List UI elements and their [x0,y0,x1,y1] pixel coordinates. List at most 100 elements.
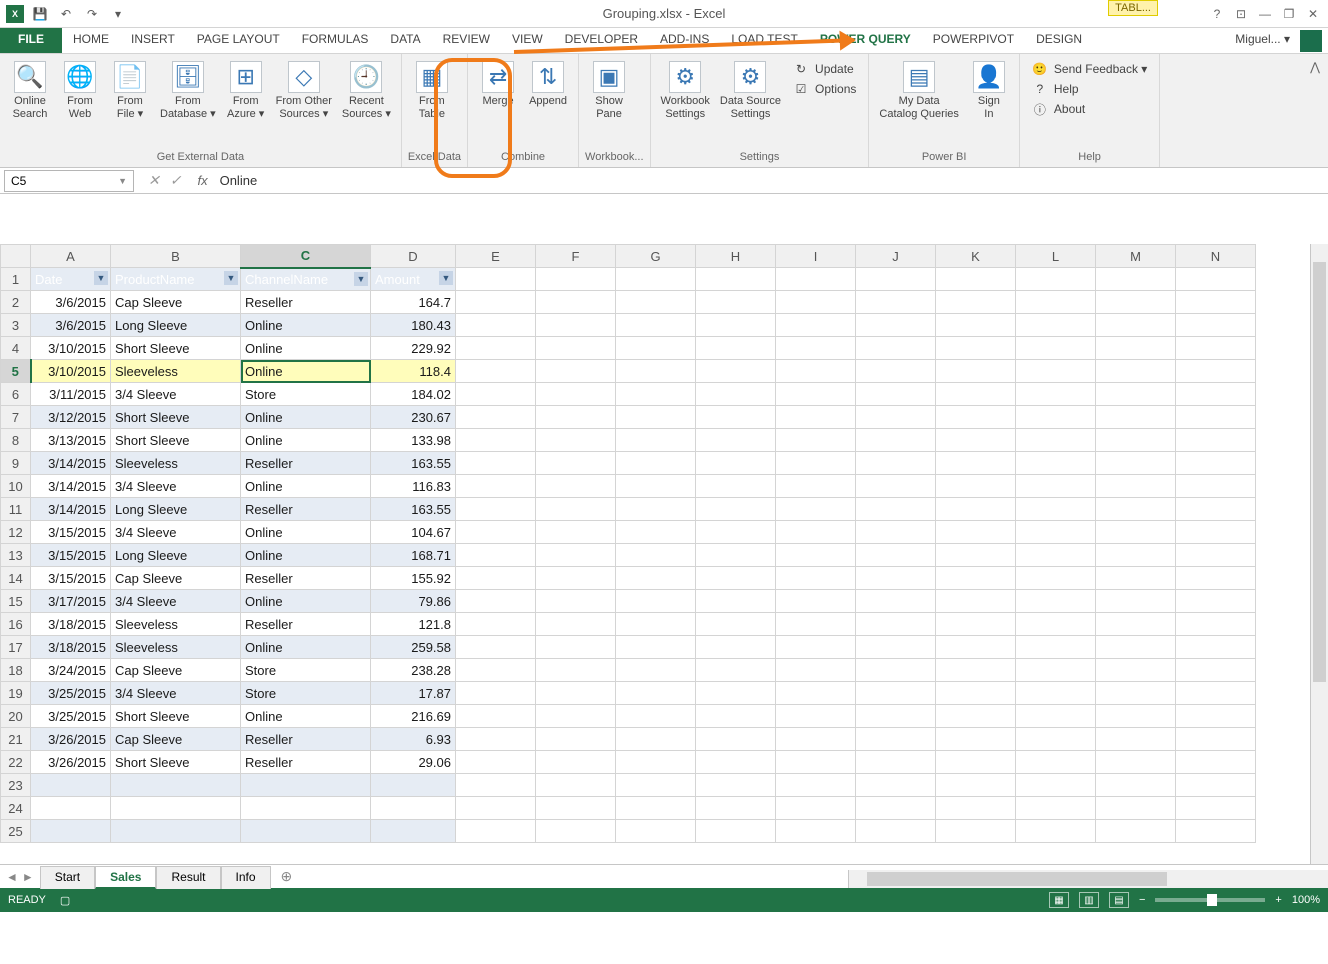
merge-button[interactable]: ⇄Merge [474,58,522,108]
cell[interactable] [1016,705,1096,728]
table-header-channelname[interactable]: ChannelName▼ [241,268,371,291]
cell[interactable] [776,774,856,797]
cancel-icon[interactable]: ✕ [148,172,160,189]
cell[interactable] [1096,429,1176,452]
cell[interactable]: 168.71 [371,544,456,567]
col-M[interactable]: M [1096,245,1176,268]
cell[interactable]: Online [241,360,371,383]
filter-icon[interactable]: ▼ [439,271,453,285]
cell[interactable] [1016,590,1096,613]
cell[interactable] [616,268,696,291]
cell[interactable] [1016,820,1096,843]
cell[interactable] [1176,291,1256,314]
row-18[interactable]: 18 [1,659,31,682]
cell[interactable]: 3/17/2015 [31,590,111,613]
cell[interactable]: 17.87 [371,682,456,705]
cell[interactable]: Online [241,429,371,452]
cell[interactable] [856,544,936,567]
cell[interactable] [776,429,856,452]
cell[interactable] [776,521,856,544]
cell[interactable] [1016,268,1096,291]
cell[interactable] [616,337,696,360]
cell[interactable] [856,820,936,843]
cell[interactable] [936,613,1016,636]
cell[interactable] [536,728,616,751]
cell[interactable] [936,636,1016,659]
from-table-button[interactable]: ▦From Table [408,58,456,121]
cell[interactable] [1176,567,1256,590]
options-button[interactable]: ☑Options [791,80,858,98]
col-C[interactable]: C [241,245,371,268]
recent-sources-button[interactable]: 🕘Recent Sources ▾ [338,58,395,121]
filter-icon[interactable]: ▼ [354,272,368,286]
cell[interactable]: Reseller [241,291,371,314]
cell[interactable] [776,383,856,406]
cell[interactable] [536,291,616,314]
cell[interactable]: 3/6/2015 [31,291,111,314]
row-24[interactable]: 24 [1,797,31,820]
send-feedback-button[interactable]: 🙂Send Feedback ▾ [1030,60,1149,78]
cell[interactable] [776,544,856,567]
row-8[interactable]: 8 [1,429,31,452]
cell[interactable] [456,751,536,774]
cell[interactable]: Online [241,337,371,360]
cell[interactable] [1176,751,1256,774]
cell[interactable] [856,705,936,728]
cell[interactable] [856,659,936,682]
cell[interactable]: 3/18/2015 [31,636,111,659]
cell[interactable]: Short Sleeve [111,751,241,774]
cell[interactable] [856,429,936,452]
cell[interactable] [696,728,776,751]
cell[interactable]: 164.7 [371,291,456,314]
cell[interactable]: 216.69 [371,705,456,728]
macro-record-icon[interactable]: ▢ [60,894,70,907]
show-pane-button[interactable]: ▣Show Pane [585,58,633,121]
cell[interactable] [371,797,456,820]
cell[interactable]: 184.02 [371,383,456,406]
cell[interactable] [1096,820,1176,843]
cell[interactable]: Long Sleeve [111,544,241,567]
cell[interactable] [856,406,936,429]
cell[interactable] [1176,544,1256,567]
cell[interactable] [111,797,241,820]
sheet-tab-sales[interactable]: Sales [95,866,156,889]
cell[interactable]: Reseller [241,498,371,521]
cell[interactable] [536,521,616,544]
tab-insert[interactable]: INSERT [120,28,186,53]
cell[interactable] [1176,636,1256,659]
collapse-ribbon-icon[interactable]: ⋀ [1310,60,1320,74]
cell[interactable] [241,797,371,820]
row-14[interactable]: 14 [1,567,31,590]
cell[interactable] [776,659,856,682]
cell[interactable] [1096,705,1176,728]
cell[interactable] [936,544,1016,567]
horizontal-scrollbar[interactable] [848,870,1328,888]
cell[interactable] [696,751,776,774]
cell[interactable]: 3/4 Sleeve [111,475,241,498]
zoom-in-icon[interactable]: + [1275,894,1281,906]
cell[interactable] [31,820,111,843]
cell[interactable]: Sleeveless [111,360,241,383]
cell[interactable] [856,383,936,406]
formula-input[interactable]: Online [214,173,1328,188]
append-button[interactable]: ⇅Append [524,58,572,108]
cell[interactable] [1016,406,1096,429]
col-G[interactable]: G [616,245,696,268]
cell[interactable]: 3/4 Sleeve [111,682,241,705]
cell[interactable] [536,636,616,659]
col-A[interactable]: A [31,245,111,268]
cell[interactable] [856,475,936,498]
cell[interactable] [776,613,856,636]
cell[interactable] [1096,475,1176,498]
cell[interactable] [1016,383,1096,406]
cell[interactable] [776,705,856,728]
cell[interactable] [776,797,856,820]
cell[interactable] [536,797,616,820]
cell[interactable]: Sleeveless [111,452,241,475]
zoom-out-icon[interactable]: − [1139,894,1145,906]
cell[interactable] [536,383,616,406]
cell[interactable]: Store [241,682,371,705]
table-tools-chip[interactable]: TABL... [1108,0,1158,16]
cell[interactable] [456,774,536,797]
close-icon[interactable]: ✕ [1302,4,1324,24]
